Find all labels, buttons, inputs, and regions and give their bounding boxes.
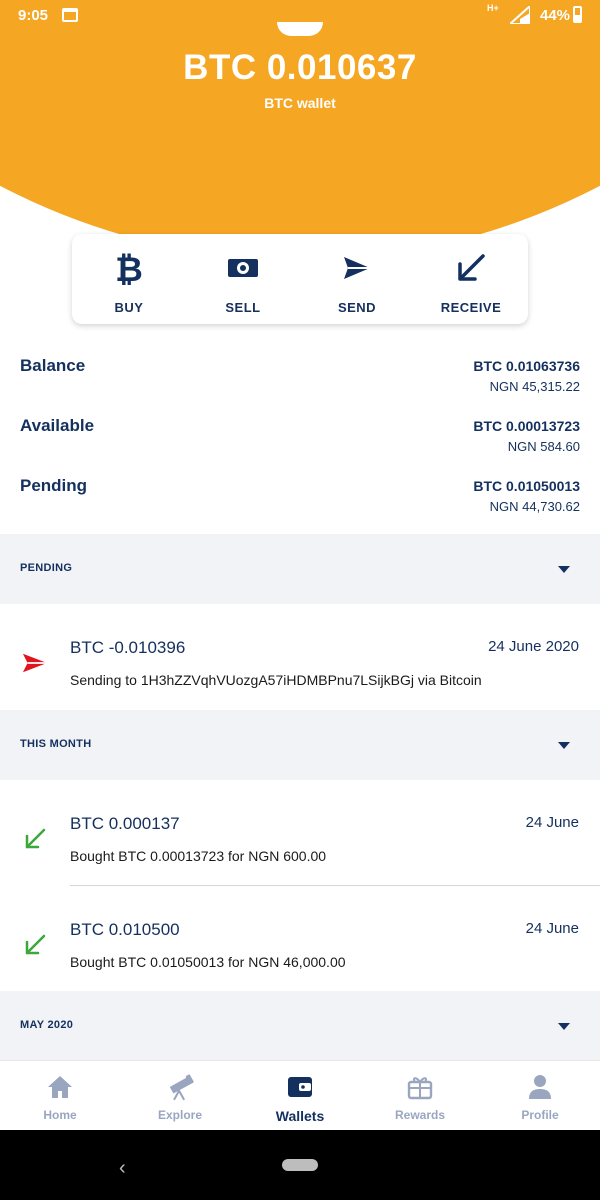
transaction-date: 24 June (525, 920, 579, 937)
section-title: THIS MONTH (20, 738, 92, 750)
chevron-down-icon[interactable] (558, 1023, 570, 1030)
transaction-amount: BTC 0.000137 (70, 814, 180, 833)
balance-row: Balance BTC 0.01063736 NGN 45,315.22 (20, 356, 580, 406)
available-ngn-value: NGN 584.60 (507, 439, 580, 454)
signal-icon (510, 6, 530, 24)
section-may-2020-header[interactable]: MAY 2020 (0, 991, 600, 1061)
nav-label: Home (43, 1108, 77, 1122)
pending-label: Pending (20, 476, 88, 495)
nav-label: Profile (521, 1108, 559, 1122)
sell-label: SELL (225, 300, 261, 315)
send-button[interactable]: SEND (300, 234, 414, 324)
system-navigation-bar: ‹ (0, 1130, 600, 1200)
svg-text:₿: ₿ (115, 250, 143, 286)
transaction-amount: BTC 0.010500 (70, 920, 180, 939)
nav-explore[interactable]: Explore (120, 1061, 240, 1130)
battery-icon (573, 6, 582, 23)
balance-ngn-value: NGN 45,315.22 (489, 379, 580, 394)
home-icon (46, 1073, 74, 1101)
transaction-description: Bought BTC 0.00013723 for NGN 600.00 (70, 848, 327, 864)
nav-rewards[interactable]: Rewards (360, 1061, 480, 1130)
section-this-month-header[interactable]: THIS MONTH (0, 710, 600, 780)
nav-label: Rewards (394, 1108, 446, 1122)
wallet-name: BTC wallet (264, 95, 336, 111)
send-label: SEND (337, 300, 377, 315)
wallet-actions-card: ₿ BUY SELL SEND RECEIVE (72, 234, 528, 324)
gift-icon (406, 1073, 434, 1101)
transaction-description: Bought BTC 0.01050013 for NGN 46,000.00 (70, 954, 346, 970)
transaction-date: 24 June (525, 814, 579, 831)
transaction-row[interactable]: BTC 0.000137 24 June Bought BTC 0.000137… (0, 780, 600, 880)
nav-label: Wallets (275, 1108, 325, 1124)
buy-label: BUY (114, 300, 144, 315)
transaction-description: Sending to 1H3hZZVqhVUozgA57iHDMBPnu7LSi… (70, 672, 482, 688)
status-time: 9:05 (18, 7, 49, 24)
send-arrow-icon (339, 250, 375, 286)
receive-arrow-icon (453, 250, 489, 286)
nav-profile[interactable]: Profile (480, 1061, 600, 1130)
nav-label: Explore (157, 1108, 202, 1122)
section-title: PENDING (20, 562, 73, 574)
balance-btc-value: BTC 0.01063736 (473, 358, 580, 374)
receive-arrow-icon (22, 826, 48, 852)
sell-button[interactable]: SELL (186, 234, 300, 324)
available-label: Available (20, 416, 95, 435)
receive-arrow-icon (22, 932, 48, 958)
pending-ngn-value: NGN 44,730.62 (489, 499, 580, 514)
telescope-icon (166, 1073, 194, 1101)
receive-button[interactable]: RECEIVE (414, 234, 528, 324)
network-type: H+ (487, 3, 499, 13)
back-icon[interactable]: ‹ (119, 1157, 126, 1180)
available-btc-value: BTC 0.00013723 (473, 418, 580, 434)
pending-btc-value: BTC 0.01050013 (473, 478, 580, 494)
buy-button[interactable]: ₿ BUY (72, 234, 186, 324)
chevron-down-icon[interactable] (558, 742, 570, 749)
section-pending-header[interactable]: PENDING (0, 534, 600, 604)
pending-row: Pending BTC 0.01050013 NGN 44,730.62 (20, 476, 580, 526)
nav-wallets[interactable]: Wallets (240, 1061, 360, 1130)
section-title: MAY 2020 (20, 1019, 74, 1031)
chevron-down-icon[interactable] (558, 566, 570, 573)
transaction-amount: BTC -0.010396 (70, 638, 186, 657)
person-icon (526, 1073, 554, 1101)
transaction-row[interactable]: BTC -0.010396 24 June 2020 Sending to 1H… (0, 604, 600, 704)
transaction-date: 24 June 2020 (488, 638, 579, 655)
battery-percent: 44% (540, 7, 571, 24)
bottom-navigation: Home Explore Wallets Rewards Profile (0, 1060, 600, 1130)
receive-label: RECEIVE (440, 300, 502, 315)
transaction-row[interactable]: BTC 0.010500 24 June Bought BTC 0.010500… (0, 886, 600, 986)
wallet-icon (286, 1073, 314, 1101)
header-notch (277, 22, 323, 36)
wallet-amount: BTC 0.010637 (183, 48, 417, 87)
available-row: Available BTC 0.00013723 NGN 584.60 (20, 416, 580, 466)
nav-home[interactable]: Home (0, 1061, 120, 1130)
banknote-icon (225, 250, 261, 286)
send-arrow-icon (22, 650, 48, 676)
calendar-notification-icon (62, 8, 78, 22)
balance-label: Balance (20, 356, 86, 375)
home-gesture-pill[interactable] (282, 1159, 318, 1171)
bitcoin-icon: ₿ (111, 250, 147, 286)
